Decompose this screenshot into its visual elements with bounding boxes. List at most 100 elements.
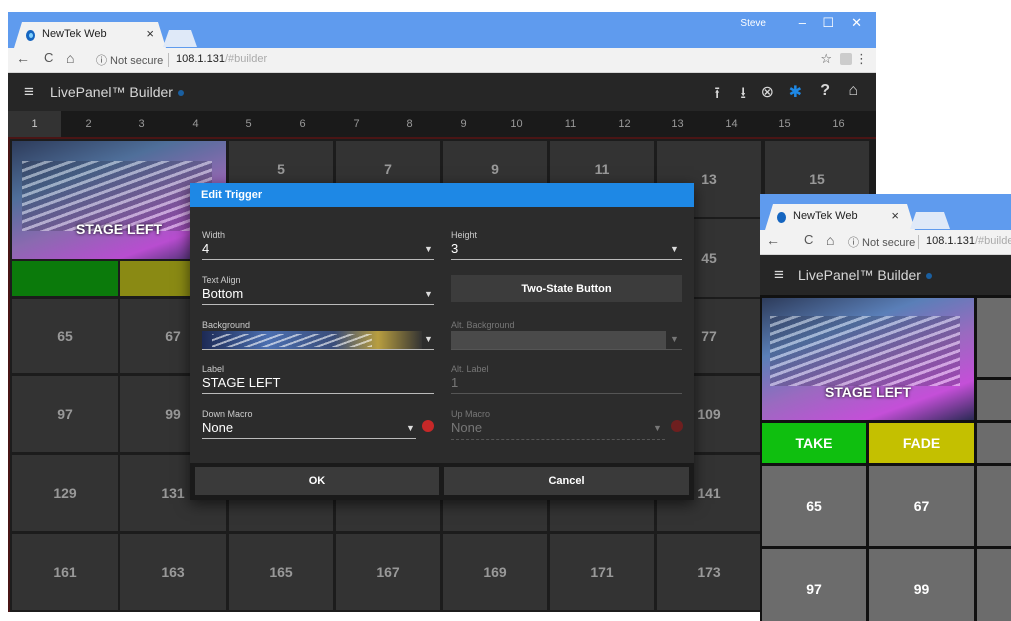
grid-cell[interactable]: 97 — [762, 549, 866, 621]
grid-cell[interactable] — [977, 466, 1011, 546]
bookmark-star-icon[interactable]: ☆ — [820, 51, 832, 67]
grid-cell[interactable]: 173 — [657, 534, 761, 610]
alt-background-select[interactable]: Alt. Background ▼ — [451, 320, 682, 352]
grid-cell[interactable]: 169 — [443, 534, 547, 610]
grid-cell[interactable]: 65 — [12, 299, 118, 373]
profile-name[interactable]: Steve — [740, 18, 766, 29]
security-indicator[interactable]: ⓘ Not secure — [96, 52, 163, 68]
grid-cell[interactable]: 165 — [229, 534, 333, 610]
address-separator — [168, 53, 169, 67]
hamburger-menu-icon[interactable]: ≡ — [24, 82, 34, 102]
take-button[interactable]: TAKE — [762, 423, 866, 463]
height-select[interactable]: Height 3 ▼ — [451, 230, 682, 262]
new-tab-button[interactable] — [163, 30, 197, 47]
page-tab-9[interactable]: 9 — [437, 111, 490, 137]
new-tab-button[interactable] — [910, 212, 950, 229]
history-icon[interactable]: ⊗ — [761, 82, 774, 102]
title-bar: NewTek Web × Steve – ☐ ✕ — [8, 12, 876, 48]
width-label: Width — [202, 230, 226, 240]
alt-label-field[interactable]: Alt. Label 1 — [451, 364, 682, 396]
reload-icon[interactable]: C — [44, 50, 53, 65]
down-macro-underline — [202, 438, 416, 439]
ok-button[interactable]: OK — [195, 467, 439, 495]
fade-button[interactable]: FADE — [869, 423, 974, 463]
up-macro-select[interactable]: Up Macro None ▼ — [451, 409, 665, 441]
height-value: 3 — [451, 241, 459, 256]
page-tab-2[interactable]: 2 — [62, 111, 115, 137]
settings-icon[interactable]: ✱ — [789, 82, 802, 102]
page-tab-1[interactable]: 1 — [8, 111, 61, 137]
page-tab-8[interactable]: 8 — [383, 111, 436, 137]
grid-cell[interactable]: 67 — [869, 466, 974, 546]
page-tab-7[interactable]: 7 — [330, 111, 383, 137]
page-tab-10[interactable]: 10 — [490, 111, 543, 137]
tab-close-icon[interactable]: × — [146, 26, 154, 41]
two-state-button[interactable]: Two-State Button — [451, 275, 682, 302]
page-tab-4[interactable]: 4 — [169, 111, 222, 137]
title-bar: NewTek Web × — [760, 194, 1011, 230]
page-tab-13[interactable]: 13 — [651, 111, 704, 137]
grid-cell[interactable] — [977, 380, 1011, 420]
browser-menu-icon[interactable]: ⋮ — [855, 51, 868, 67]
browser-tab[interactable]: NewTek Web × — [14, 22, 166, 48]
home-icon[interactable]: ⌂ — [826, 232, 834, 248]
back-icon[interactable]: ← — [766, 232, 780, 248]
url-field[interactable]: 108.1.131/#builder — [176, 53, 267, 65]
status-dot — [177, 90, 184, 97]
home-icon[interactable]: ⌂ — [66, 50, 74, 66]
switcher-image — [770, 316, 960, 386]
minimize-button[interactable]: – — [799, 15, 806, 30]
page-tab-5[interactable]: 5 — [222, 111, 275, 137]
live-panel-window: NewTek Web × ← C ⌂ ⓘ Not secure 108.1.13… — [760, 194, 1011, 621]
grid-cell[interactable]: 129 — [12, 455, 118, 531]
background-select[interactable]: Background ▼ — [202, 320, 434, 352]
url-hash: /#builder — [974, 235, 1011, 247]
page-tab-15[interactable]: 15 — [758, 111, 811, 137]
green-cell[interactable] — [12, 261, 118, 296]
height-underline — [451, 259, 682, 260]
back-icon[interactable]: ← — [16, 50, 30, 66]
down-macro-select[interactable]: Down Macro None ▼ — [202, 409, 416, 441]
record-macro-icon[interactable] — [422, 420, 434, 432]
cancel-button[interactable]: Cancel — [444, 467, 689, 495]
record-macro-icon[interactable] — [671, 420, 683, 432]
maximize-button[interactable]: ☐ — [822, 15, 834, 31]
browser-tab[interactable]: NewTek Web × — [765, 204, 915, 230]
grid-cell[interactable]: 163 — [120, 534, 226, 610]
grid-cell[interactable]: 171 — [550, 534, 654, 610]
grid-cell[interactable] — [977, 298, 1011, 377]
page-tab-14[interactable]: 14 — [705, 111, 758, 137]
address-bar: ← C ⌂ ⓘ Not secure 108.1.131/#builder — [760, 230, 1011, 255]
width-select[interactable]: Width 4 ▼ — [202, 230, 434, 262]
page-tab-12[interactable]: 12 — [598, 111, 651, 137]
grid-cell[interactable]: 97 — [12, 376, 118, 452]
url-field[interactable]: 108.1.131/#builder — [926, 235, 1011, 247]
download-icon[interactable]: ⭳ — [740, 82, 746, 109]
label-field[interactable]: Label STAGE LEFT — [202, 364, 434, 396]
alt-label-underline — [451, 393, 682, 394]
tab-close-icon[interactable]: × — [891, 208, 899, 223]
close-window-button[interactable]: ✕ — [851, 15, 862, 31]
text-align-select[interactable]: Text Align Bottom ▼ — [202, 275, 434, 307]
page-tab-16[interactable]: 16 — [812, 111, 865, 137]
help-icon[interactable]: ? — [820, 82, 830, 100]
grid-cell[interactable] — [977, 423, 1011, 463]
stage-left-button[interactable]: STAGE LEFT — [762, 298, 974, 420]
grid-cell[interactable]: 65 — [762, 466, 866, 546]
security-indicator[interactable]: ⓘ Not secure — [848, 234, 915, 250]
home-nav-icon[interactable]: ⌂ — [848, 82, 858, 100]
hamburger-menu-icon[interactable]: ≡ — [774, 265, 784, 285]
page-tab-11[interactable]: 11 — [544, 111, 597, 137]
page-tab-6[interactable]: 6 — [276, 111, 329, 137]
dialog-footer: OK Cancel — [190, 463, 694, 500]
grid-cell[interactable]: 167 — [336, 534, 440, 610]
reload-icon[interactable]: C — [804, 232, 813, 247]
grid-cell[interactable]: 161 — [12, 534, 118, 610]
page-tab-3[interactable]: 3 — [115, 111, 168, 137]
app-title: LivePanel™ Builder — [50, 84, 184, 100]
grid-cell[interactable]: 99 — [869, 549, 974, 621]
stage-left-label: STAGE LEFT — [824, 384, 912, 400]
grid-cell[interactable] — [977, 549, 1011, 621]
extension-icon[interactable] — [840, 53, 852, 65]
upload-icon[interactable]: ⭱ — [714, 82, 720, 109]
